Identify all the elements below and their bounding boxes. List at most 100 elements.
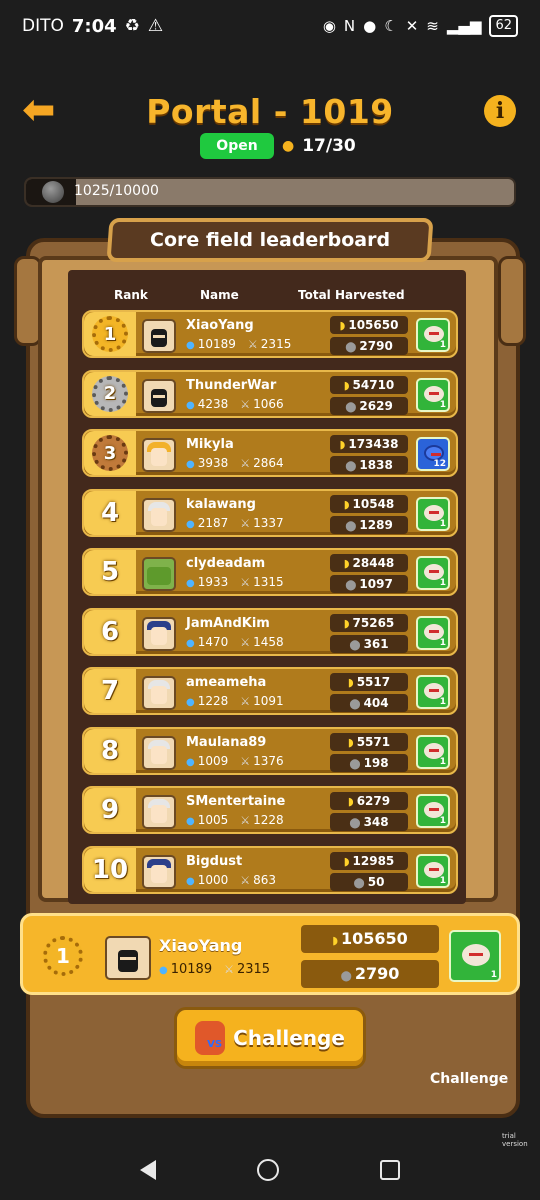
stone-count: 361 (363, 636, 389, 651)
banana-count: 10548 (352, 496, 395, 511)
table-row[interactable]: 6 JamAndKim ● 1470 ⚔ 1458 ◗ 75265 ⬤ 361 1 (82, 607, 458, 656)
rank-number: 4 (100, 497, 120, 528)
sword-count: 1315 (253, 575, 284, 589)
sword-icon: ⚔ (240, 397, 251, 411)
pet-count: 1 (439, 756, 446, 767)
gem-count: 1933 (197, 575, 229, 589)
banana-count: 5571 (356, 734, 391, 749)
sword-icon: ⚔ (240, 576, 251, 589)
recents-nav-icon[interactable] (379, 1160, 400, 1180)
table-row[interactable]: 8 Maulana89 ● 1009 ⚔ 1376 ◗ 5571 ⬤ 198 1 (82, 726, 458, 775)
gem-icon: ● (186, 578, 195, 589)
rank-number: 9 (100, 795, 120, 825)
table-row[interactable]: 7 ameameha ● 1228 ⚔ 1091 ◗ 5517 ⬤ 404 1 (82, 667, 458, 715)
stone-icon: ⬤ (345, 461, 357, 472)
banana-harvest: ◗ 5517 (330, 673, 408, 691)
sword-icon: ⚔ (224, 963, 234, 976)
player-name: kalawang (186, 496, 256, 512)
avatar[interactable] (142, 616, 176, 651)
table-row[interactable]: 5 clydeadam ● 1933 ⚔ 1315 ◗ 28448 ⬤ 1097 1 (82, 548, 458, 596)
stone-count: 2629 (359, 398, 393, 413)
sword-count: 1066 (253, 396, 284, 411)
stone-harvest: ⬤ 50 (330, 872, 408, 891)
banana-icon: ◗ (347, 735, 354, 749)
pet-slot[interactable]: 12 (416, 437, 450, 471)
stone-count: 1289 (359, 517, 393, 532)
avatar[interactable] (142, 378, 176, 413)
pet-count: 1 (490, 970, 497, 980)
avatar[interactable] (142, 438, 176, 472)
table-row[interactable]: 1 XiaoYang ● 10189 ⚔ 2315 ◗ 105650 ⬤ 2790 1 (82, 310, 458, 358)
pet-count: 12 (433, 459, 446, 469)
table-row[interactable]: 10 Bigdust ● 1000 ⚔ 863 ◗ 12985 ⬤ 50 1 (82, 845, 458, 894)
avatar[interactable] (142, 319, 176, 353)
back-nav-icon[interactable] (140, 1160, 157, 1180)
avatar[interactable] (142, 557, 176, 591)
info-icon[interactable]: i (484, 95, 516, 127)
gem-icon: ● (186, 637, 195, 649)
sword-count: 863 (253, 872, 277, 887)
pet-count: 1 (439, 518, 446, 529)
avatar[interactable] (142, 735, 176, 770)
avatar[interactable] (142, 676, 176, 710)
avatar[interactable] (142, 795, 176, 829)
sword-count: 2315 (236, 962, 271, 977)
rank-gear-icon: 3 (92, 435, 128, 471)
banana-icon: ◗ (347, 676, 354, 689)
stone-icon: ⬤ (349, 639, 361, 651)
portal-progress-bar: 1025/10000 (24, 177, 516, 207)
gem-icon: ● (186, 816, 195, 827)
pet-slot[interactable]: 1 (416, 794, 450, 828)
pet-count: 1 (439, 816, 446, 826)
player-count-text: 17/30 (302, 136, 356, 156)
avatar[interactable] (105, 936, 151, 980)
table-row[interactable]: 9 SMentertaine ● 1005 ⚔ 1228 ◗ 6279 ⬤ 348 1 (82, 786, 458, 834)
leaderboard-title: Core field leaderboard (149, 229, 391, 251)
pet-slot[interactable]: 1 (416, 318, 450, 352)
banana-icon: ◗ (343, 378, 350, 392)
stone-icon: ⬤ (345, 342, 357, 353)
banana-icon: ◗ (347, 795, 354, 808)
my-rank-row[interactable]: 1 XiaoYang ● 10189 ⚔ 2315 ◗ 105650 ⬤ 2790 1 (20, 913, 520, 995)
sword-count: 1458 (253, 634, 284, 649)
gem-count: 10189 (197, 337, 236, 351)
player-stats: ● 1933 ⚔ 1315 (186, 575, 284, 589)
stone-count: 404 (363, 696, 389, 710)
stone-harvest: ⬤ 361 (330, 634, 408, 653)
rank-cell: 8 (84, 728, 136, 773)
stone-count: 1097 (359, 577, 393, 591)
pet-slot[interactable]: 1 (416, 377, 450, 412)
column-rank: Rank (114, 288, 148, 302)
pet-slot[interactable]: 1 (449, 930, 501, 982)
gem-count: 4238 (197, 396, 229, 411)
stone-icon: ⬤ (349, 699, 361, 710)
pet-slot[interactable]: 1 (416, 615, 450, 650)
table-row[interactable]: 4 kalawang ● 2187 ⚔ 1337 ◗ 10548 ⬤ 1289 1 (82, 488, 458, 537)
eye-icon: ◉ (322, 17, 336, 35)
table-row[interactable]: 3 Mikyla ● 3938 ⚔ 2864 ◗ 173438 ⬤ 1838 12 (82, 429, 458, 477)
person-icon: ● (282, 138, 295, 154)
home-nav-icon[interactable] (256, 1159, 279, 1181)
player-name: XiaoYang (159, 936, 243, 955)
stone-icon (42, 181, 64, 203)
avatar[interactable] (142, 497, 176, 532)
pet-slot[interactable]: 1 (416, 734, 450, 769)
avatar[interactable] (142, 854, 176, 889)
table-row[interactable]: 2 ThunderWar ● 4238 ⚔ 1066 ◗ 54710 ⬤ 2629 1 (82, 369, 458, 418)
stone-harvest: ⬤ 198 (330, 753, 408, 772)
wifi-icon: ≋ (426, 17, 439, 35)
gem-icon: ● (186, 875, 195, 887)
rank-cell: 2 (84, 371, 136, 416)
challenge-button[interactable]: Challenge (174, 1007, 366, 1069)
gem-count: 1228 (197, 694, 229, 708)
pet-slot[interactable]: 1 (416, 496, 450, 531)
pet-slot[interactable]: 1 (416, 675, 450, 709)
pet-slot[interactable]: 1 (416, 556, 450, 590)
stone-icon: ⬤ (340, 971, 352, 982)
banana-harvest: ◗ 12985 (330, 851, 408, 870)
pet-slot[interactable]: 1 (416, 853, 450, 888)
banana-icon: ◗ (339, 319, 346, 332)
banana-icon: ◗ (332, 934, 338, 947)
gem-icon: ● (186, 399, 195, 411)
rank-number: 7 (100, 676, 120, 706)
